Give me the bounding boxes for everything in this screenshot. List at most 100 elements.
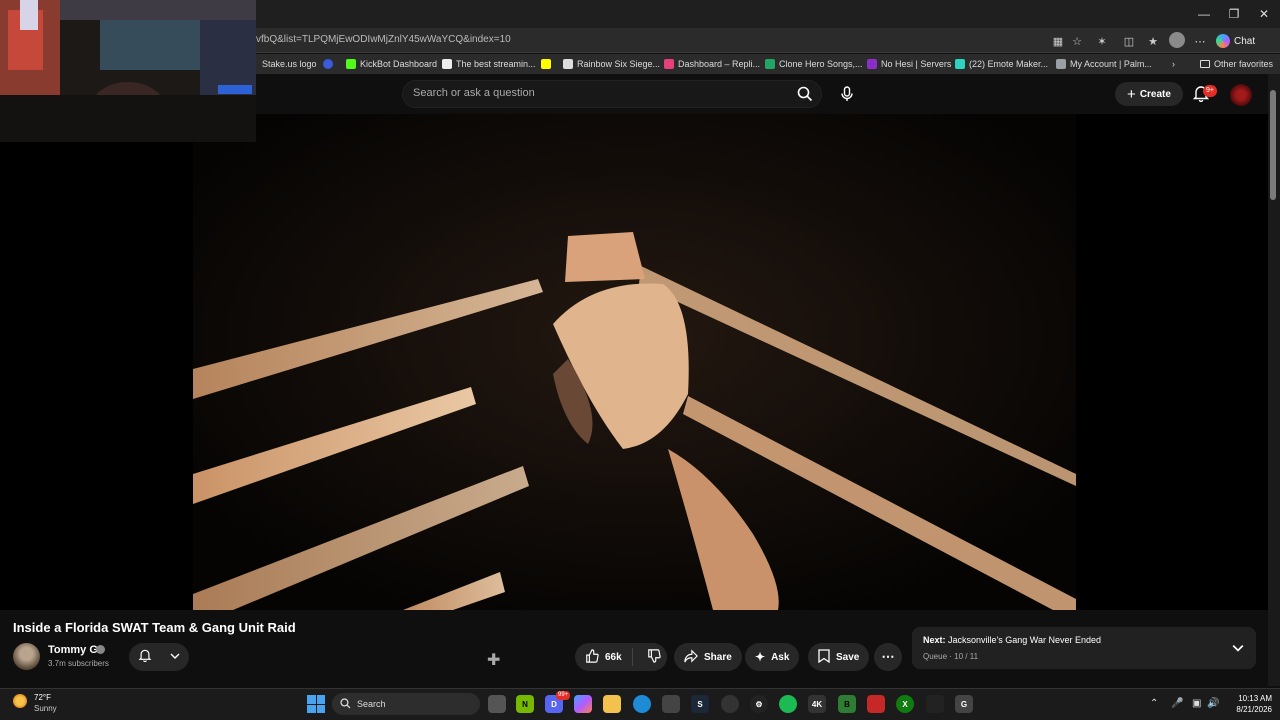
notification-count-badge: 9+ bbox=[1203, 85, 1217, 97]
bookmarks-overflow-chevron-icon[interactable]: › bbox=[1172, 57, 1175, 71]
bookmark-favicon-icon bbox=[765, 59, 775, 69]
scrollbar-thumb[interactable] bbox=[1270, 90, 1276, 200]
thumbs-up-icon bbox=[585, 648, 599, 666]
maximize-icon[interactable]: ❐ bbox=[1218, 0, 1250, 28]
channel-avatar[interactable] bbox=[13, 643, 40, 670]
like-count: 66k bbox=[605, 651, 622, 663]
weather-temperature[interactable]: 72°F bbox=[34, 693, 51, 702]
minimize-icon[interactable]: — bbox=[1188, 0, 1220, 28]
webcam-overlay bbox=[0, 0, 256, 142]
bookmark-favicon-icon bbox=[563, 59, 573, 69]
create-label: Create bbox=[1139, 88, 1171, 100]
next-video-line[interactable]: Next: Jacksonville's Gang War Never Ende… bbox=[923, 635, 1101, 645]
thumbs-down-icon bbox=[647, 648, 661, 666]
windows-start-icon[interactable] bbox=[307, 695, 325, 713]
verified-check-icon bbox=[96, 645, 105, 654]
file-explorer-icon[interactable] bbox=[603, 695, 621, 713]
bookmark-item[interactable]: My Account | Palm... bbox=[1056, 57, 1152, 71]
microsoft-store-icon[interactable] bbox=[662, 695, 680, 713]
copilot-app-icon[interactable] bbox=[574, 695, 592, 713]
copilot-chat-button[interactable]: Chat bbox=[1216, 31, 1255, 51]
subscriber-count: 3.7m subscribers bbox=[48, 659, 109, 668]
display-tray-icon[interactable]: ▣ bbox=[1192, 698, 1201, 709]
tray-overflow-chevron-icon[interactable]: ⌃ bbox=[1150, 698, 1158, 709]
profile-icon[interactable] bbox=[1169, 32, 1185, 48]
webcam-feed-image bbox=[0, 0, 256, 142]
move-crosshair-icon: ✚ bbox=[487, 652, 501, 669]
4k-video-icon[interactable]: 4K bbox=[808, 695, 826, 713]
url-text[interactable]: vfbQ&list=TLPQMjEwODIwMjZnlY45wWaYCQ&ind… bbox=[256, 34, 511, 45]
queue-expand-chevron-icon[interactable] bbox=[1232, 641, 1244, 659]
favorites-icon[interactable]: ★ bbox=[1144, 32, 1162, 50]
create-button[interactable]: + Create bbox=[1115, 82, 1183, 106]
video-title: Inside a Florida SWAT Team & Gang Unit R… bbox=[13, 620, 296, 635]
folder-icon bbox=[1200, 60, 1210, 68]
close-icon[interactable]: ✕ bbox=[1248, 0, 1280, 28]
channel-name[interactable]: Tommy G bbox=[48, 644, 98, 656]
bookmark-item[interactable]: Rainbow Six Siege... bbox=[563, 57, 660, 71]
g-app-icon[interactable]: G bbox=[955, 695, 973, 713]
bookmark-item[interactable]: KickBot Dashboard bbox=[346, 57, 437, 71]
chevron-down-icon bbox=[170, 648, 180, 666]
bookmark-item[interactable]: Dashboard – Repli... bbox=[664, 57, 760, 71]
chat-label: Chat bbox=[1234, 35, 1256, 47]
app-available-icon[interactable]: ▦ bbox=[1049, 32, 1067, 50]
bookmark-item[interactable]: Stake.us logo bbox=[262, 57, 317, 71]
discord-badge: 99+ bbox=[556, 691, 571, 700]
subscribed-notifications-button[interactable] bbox=[129, 643, 189, 671]
ask-button[interactable]: ✦ Ask bbox=[745, 643, 800, 671]
next-video-title: Jacksonville's Gang War Never Ended bbox=[948, 635, 1101, 645]
bookmark-item[interactable] bbox=[323, 57, 333, 71]
bookmark-favicon-icon bbox=[955, 59, 965, 69]
bookmark-item[interactable]: The best streamin... bbox=[442, 57, 536, 71]
like-dislike-group: 66k bbox=[575, 643, 667, 671]
bookmark-item[interactable]: (22) Emote Maker... bbox=[955, 57, 1048, 71]
like-button[interactable]: 66k bbox=[575, 648, 633, 666]
bookmark-item[interactable] bbox=[541, 57, 551, 71]
weather-description[interactable]: Sunny bbox=[34, 704, 57, 713]
bookmark-favicon-icon bbox=[442, 59, 452, 69]
queue-position-line: Queue · 10 / 11 bbox=[923, 652, 979, 661]
more-actions-icon[interactable]: ⋯ bbox=[874, 643, 902, 671]
bookmark-favicon-icon bbox=[664, 59, 674, 69]
more-options-icon[interactable]: ⋯ bbox=[1191, 32, 1209, 50]
share-button[interactable]: Share bbox=[674, 643, 742, 671]
microphone-tray-icon[interactable]: 🎤 bbox=[1171, 698, 1183, 709]
spotify-icon[interactable] bbox=[779, 695, 797, 713]
clock-date[interactable]: 8/21/2026 bbox=[1222, 705, 1272, 714]
save-button[interactable]: Save bbox=[808, 643, 870, 671]
favorite-star-icon[interactable]: ☆ bbox=[1068, 32, 1086, 50]
next-prefix: Next: bbox=[923, 635, 946, 645]
split-screen-icon[interactable]: ◫ bbox=[1120, 32, 1138, 50]
taskbar-search-box[interactable]: Search bbox=[332, 693, 480, 715]
weather-sun-icon[interactable] bbox=[13, 694, 27, 708]
account-avatar[interactable] bbox=[1230, 84, 1252, 106]
extensions-icon[interactable]: ✶ bbox=[1093, 32, 1111, 50]
settings-gear-icon[interactable]: ⚙ bbox=[750, 695, 768, 713]
task-view-icon[interactable] bbox=[488, 695, 506, 713]
microphone-icon[interactable] bbox=[834, 82, 860, 106]
queue-label: Queue bbox=[923, 652, 948, 661]
video-frame[interactable] bbox=[193, 114, 1076, 610]
obs-icon[interactable] bbox=[721, 695, 739, 713]
share-arrow-icon bbox=[684, 648, 698, 666]
red-app-icon[interactable] bbox=[867, 695, 885, 713]
game-app-icon[interactable] bbox=[926, 695, 944, 713]
xbox-icon[interactable]: X bbox=[896, 695, 914, 713]
search-icon[interactable] bbox=[792, 83, 818, 105]
steam-icon[interactable]: S bbox=[691, 695, 709, 713]
volume-icon[interactable]: 🔊 bbox=[1207, 698, 1219, 709]
nvidia-icon[interactable]: N bbox=[516, 695, 534, 713]
bookmark-favicon-icon bbox=[541, 59, 551, 69]
bookmark-item[interactable]: No Hesi | Servers bbox=[867, 57, 951, 71]
other-favorites[interactable]: Other favorites bbox=[1200, 57, 1273, 71]
edge-browser-icon[interactable] bbox=[633, 695, 651, 713]
dislike-button[interactable] bbox=[639, 648, 669, 666]
bookmark-item[interactable]: Clone Hero Songs,... bbox=[765, 57, 863, 71]
plus-icon: + bbox=[1127, 85, 1136, 103]
b-app-icon[interactable]: B bbox=[838, 695, 856, 713]
taskbar-search-label: Search bbox=[357, 699, 386, 709]
share-label: Share bbox=[704, 651, 732, 663]
clock-time[interactable]: 10:13 AM bbox=[1222, 694, 1272, 703]
queue-panel[interactable] bbox=[912, 627, 1256, 669]
